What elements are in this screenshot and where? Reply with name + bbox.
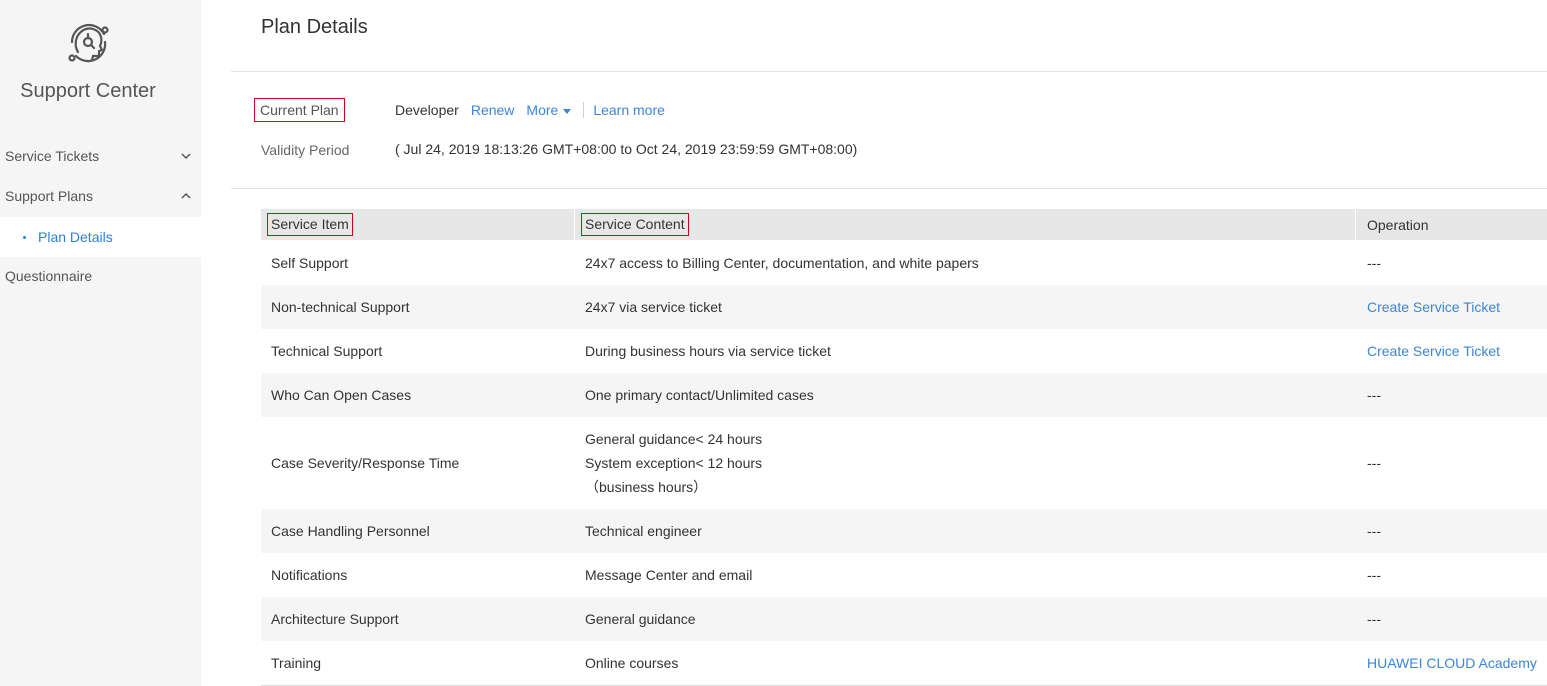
table-row: Case Handling Personnel Technical engine… xyxy=(261,509,1547,553)
sidebar-item-label: Support Plans xyxy=(5,188,93,204)
cell-operation: Create Service Ticket xyxy=(1367,329,1500,373)
huawei-cloud-academy-link[interactable]: HUAWEI CLOUD Academy xyxy=(1367,651,1537,675)
divider xyxy=(231,71,1547,72)
table-header: Service Item Service Content Operation xyxy=(261,209,1547,240)
current-plan-label: Current Plan xyxy=(254,98,345,122)
cell-item: Technical Support xyxy=(271,343,383,359)
chevron-up-icon xyxy=(181,192,191,199)
cell-content: General guidance< 24 hours System except… xyxy=(585,431,763,495)
learn-more-link[interactable]: Learn more xyxy=(593,102,665,118)
sidebar-item-service-tickets[interactable]: Service Tickets xyxy=(0,136,201,176)
cell-operation: Create Service Ticket xyxy=(1367,285,1500,329)
sidebar: Support Center Service Tickets Support P… xyxy=(0,0,201,686)
renew-link[interactable]: Renew xyxy=(471,102,515,118)
sidebar-item-label: Plan Details xyxy=(38,229,113,245)
validity-period-label: Validity Period xyxy=(261,142,350,158)
header-service-content: Service Content xyxy=(581,209,689,240)
more-label: More xyxy=(526,102,559,118)
cell-content: Message Center and email xyxy=(585,567,753,583)
page-title: Plan Details xyxy=(261,16,368,38)
cell-item: Case Severity/Response Time xyxy=(271,455,460,471)
current-plan-value: Developer xyxy=(395,102,459,118)
bullet-dot-icon xyxy=(23,235,26,239)
cell-item: Non-technical Support xyxy=(271,299,410,315)
cell-content: 24x7 via service ticket xyxy=(585,299,722,315)
cell-item: Case Handling Personnel xyxy=(271,523,430,539)
cell-operation: HUAWEI CLOUD Academy xyxy=(1367,641,1537,685)
caret-down-icon xyxy=(563,108,572,114)
chevron-down-icon xyxy=(181,153,191,160)
cell-item: Self Support xyxy=(271,254,349,271)
table-row: Who Can Open Cases One primary contact/U… xyxy=(261,373,1547,417)
table-row: Notifications Message Center and email -… xyxy=(261,553,1547,597)
current-plan-row: Developer Renew More Learn more xyxy=(395,101,677,119)
table-row: Architecture Support General guidance --… xyxy=(261,597,1547,641)
create-service-ticket-link[interactable]: Create Service Ticket xyxy=(1367,339,1500,363)
cell-content: Online courses xyxy=(585,655,679,671)
cell-item: Notifications xyxy=(271,567,348,583)
cell-content: One primary contact/Unlimited cases xyxy=(585,387,814,403)
sidebar-item-support-plans[interactable]: Support Plans xyxy=(0,176,201,216)
table-row: Training Online courses HUAWEI CLOUD Aca… xyxy=(261,641,1547,685)
header-service-item: Service Item xyxy=(267,209,353,240)
validity-period-value: ( Jul 24, 2019 18:13:26 GMT+08:00 to Oct… xyxy=(395,141,858,157)
sidebar-item-plan-details[interactable]: Plan Details xyxy=(0,217,201,257)
cell-operation: --- xyxy=(1367,455,1381,471)
cell-item: Training xyxy=(271,655,322,671)
cell-item: Who Can Open Cases xyxy=(271,387,412,403)
table-row: Technical Support During business hours … xyxy=(261,329,1547,373)
brand-title: Support Center xyxy=(20,80,156,102)
cell-operation: --- xyxy=(1367,523,1381,539)
table-row: Case Severity/Response Time General guid… xyxy=(261,417,1547,509)
divider xyxy=(231,188,1547,189)
table-row: Self Support 24x7 access to Billing Cent… xyxy=(261,240,1547,285)
cell-operation: --- xyxy=(1367,611,1381,627)
cell-operation: --- xyxy=(1367,567,1381,583)
table-row: Non-technical Support 24x7 via service t… xyxy=(261,285,1547,329)
cell-item: Architecture Support xyxy=(271,611,399,627)
cell-content: Technical engineer xyxy=(585,523,702,539)
sidebar-item-label: Questionnaire xyxy=(5,268,93,284)
cell-operation: --- xyxy=(1367,254,1381,271)
cell-content: 24x7 access to Billing Center, documenta… xyxy=(585,254,979,271)
header-operation: Operation xyxy=(1367,216,1429,233)
create-service-ticket-link[interactable]: Create Service Ticket xyxy=(1367,295,1500,319)
link-separator xyxy=(583,102,585,118)
sidebar-item-label: Service Tickets xyxy=(5,148,100,164)
support-head-icon xyxy=(0,12,176,72)
sidebar-item-questionnaire[interactable]: Questionnaire xyxy=(0,256,201,296)
cell-content: General guidance xyxy=(585,611,696,627)
more-dropdown[interactable]: More xyxy=(526,102,572,118)
cell-content: During business hours via service ticket xyxy=(585,343,831,359)
cell-operation: --- xyxy=(1367,387,1381,403)
